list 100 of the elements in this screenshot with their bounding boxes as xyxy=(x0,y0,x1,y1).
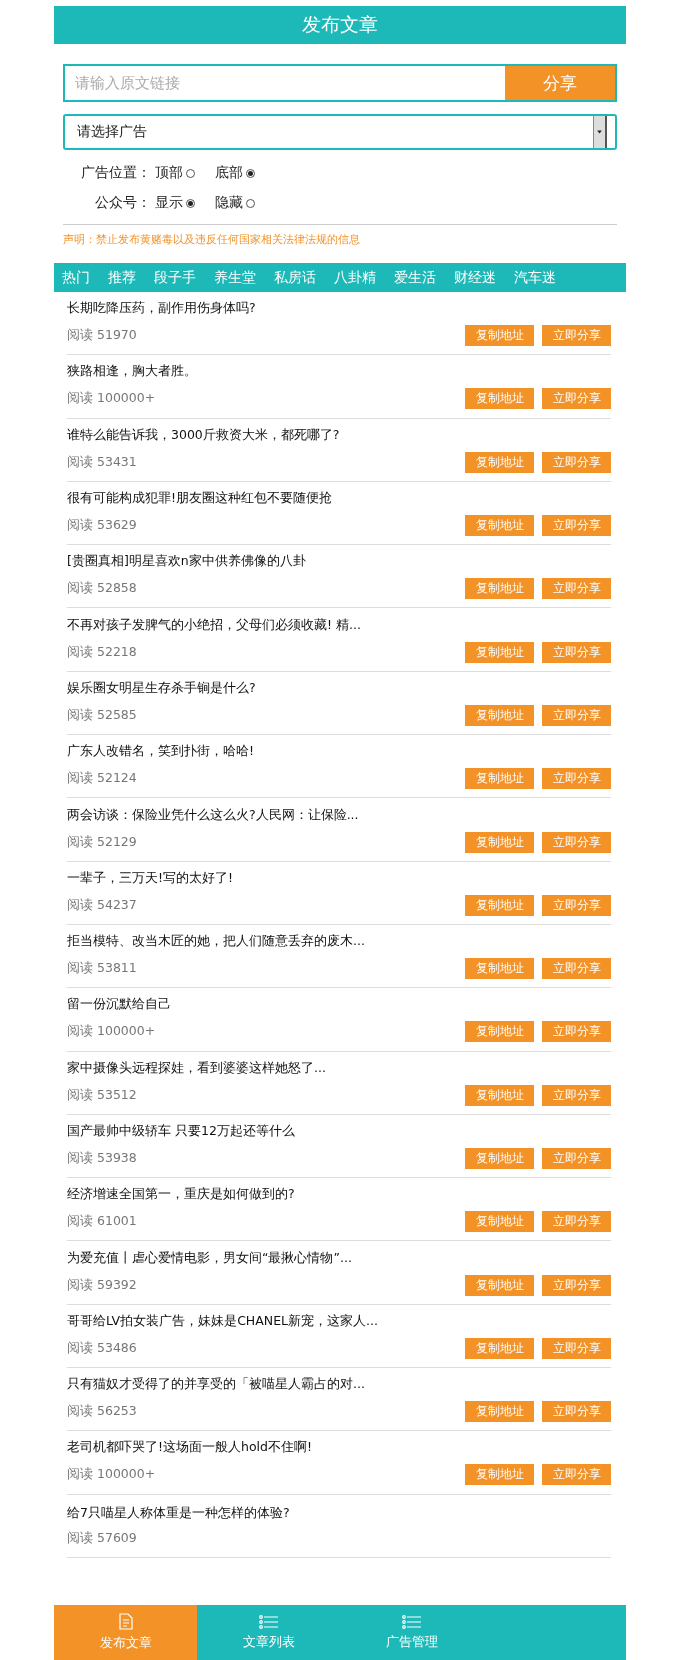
read-count: 阅读 53629 xyxy=(67,517,138,535)
share-now-button[interactable]: 立即分享 xyxy=(542,388,611,410)
copy-address-button[interactable]: 复制地址 xyxy=(465,958,534,980)
share-now-button[interactable]: 立即分享 xyxy=(542,1274,611,1296)
list-icon xyxy=(258,1614,279,1629)
share-now-button[interactable]: 立即分享 xyxy=(542,958,611,980)
copy-address-button[interactable]: 复制地址 xyxy=(465,768,534,790)
article-title[interactable]: 留一份沉默给自己 xyxy=(67,996,611,1014)
share-now-button[interactable]: 立即分享 xyxy=(542,1021,611,1043)
article-title[interactable]: 两会访谈：保险业凭什么这么火?人民网：让保险... xyxy=(67,806,611,824)
copy-address-button[interactable]: 复制地址 xyxy=(465,388,534,410)
share-now-button[interactable]: 立即分享 xyxy=(542,894,611,916)
article-title[interactable]: 老司机都吓哭了!这场面一般人hold不住啊! xyxy=(67,1439,611,1457)
read-count: 阅读 61001 xyxy=(67,1213,138,1231)
document-icon xyxy=(118,1613,133,1630)
copy-address-button[interactable]: 复制地址 xyxy=(465,451,534,473)
ad-select[interactable]: 请选择广告 xyxy=(63,114,617,150)
copy-address-button[interactable]: 复制地址 xyxy=(465,641,534,663)
article-title[interactable]: 为爱充值丨虐心爱情电影，男女间“最揪心情物”... xyxy=(67,1249,611,1267)
option-label: 公众号： xyxy=(94,194,151,212)
read-count: 阅读 53431 xyxy=(67,453,138,471)
nav-tab[interactable]: 广告管理 xyxy=(340,1605,483,1660)
link-input-field[interactable]: 请输入原文链接 分享 xyxy=(63,64,617,102)
read-count: 阅读 52129 xyxy=(67,833,138,851)
share-now-button[interactable]: 立即分享 xyxy=(542,704,611,726)
read-count: 阅读 100000+ xyxy=(67,390,157,408)
copy-address-button[interactable]: 复制地址 xyxy=(465,1274,534,1296)
share-button[interactable]: 分享 xyxy=(505,66,615,100)
notice-text: 声明：禁止发布黄赌毒以及违反任何国家相关法律法规的信息 xyxy=(63,233,361,247)
share-now-button[interactable]: 立即分享 xyxy=(542,515,611,537)
copy-address-button[interactable]: 复制地址 xyxy=(465,1401,534,1423)
copy-address-button[interactable]: 复制地址 xyxy=(465,325,534,347)
nav-tab-label: 广告管理 xyxy=(385,1632,438,1651)
read-count: 阅读 53811 xyxy=(67,960,138,978)
share-now-button[interactable]: 立即分享 xyxy=(542,325,611,347)
article-title[interactable]: 一辈子，三万天!写的太好了! xyxy=(67,869,611,887)
nav-tab[interactable]: 文章列表 xyxy=(197,1605,340,1660)
article-title[interactable]: 长期吃降压药，副作用伤身体吗? xyxy=(67,300,611,318)
copy-address-button[interactable]: 复制地址 xyxy=(465,1084,534,1106)
share-now-button[interactable]: 立即分享 xyxy=(542,768,611,790)
share-now-button[interactable]: 立即分享 xyxy=(542,1211,611,1233)
page-title: 发布文章 xyxy=(54,6,626,44)
copy-address-button[interactable]: 复制地址 xyxy=(465,1211,534,1233)
article-title[interactable]: 娱乐圈女明星生存杀手锏是什么? xyxy=(67,679,611,697)
article-title[interactable]: 谁特么能告诉我，3000斤救资大米，都死哪了? xyxy=(67,426,611,444)
dropdown-caret-icon[interactable] xyxy=(593,116,607,148)
share-now-button[interactable]: 立即分享 xyxy=(542,641,611,663)
article-title[interactable]: [贵圈真相]明星喜欢n家中供养佛像的八卦 xyxy=(67,553,611,571)
copy-address-button[interactable]: 复制地址 xyxy=(465,1148,534,1169)
copy-address-button[interactable]: 复制地址 xyxy=(465,1337,534,1359)
copy-address-button[interactable]: 复制地址 xyxy=(465,894,534,916)
category-tab[interactable]: 八卦精 xyxy=(334,268,376,287)
read-count: 阅读 53512 xyxy=(67,1086,138,1104)
article-title[interactable]: 很有可能构成犯罪!朋友圈这种红包不要随便抢 xyxy=(67,490,611,508)
article-title[interactable]: 国产最帅中级轿车 只要12万起还等什么 xyxy=(67,1123,611,1140)
share-now-button[interactable]: 立即分享 xyxy=(542,1464,611,1486)
radio-label: 隐藏 xyxy=(215,194,243,212)
copy-address-button[interactable]: 复制地址 xyxy=(465,1464,534,1486)
category-tab[interactable]: 财经迷 xyxy=(454,268,496,287)
radio-label: 顶部 xyxy=(155,164,183,182)
article-title[interactable]: 给7只喵星人称体重是一种怎样的体验? xyxy=(67,1504,611,1522)
article-title[interactable]: 不再对孩子发脾气的小绝招，父母们必须收藏! 精... xyxy=(67,616,611,634)
category-tab[interactable]: 热门 xyxy=(62,268,90,287)
share-now-button[interactable]: 立即分享 xyxy=(542,1401,611,1423)
category-tab[interactable]: 私房话 xyxy=(274,268,316,287)
copy-address-button[interactable]: 复制地址 xyxy=(465,1021,534,1043)
share-now-button[interactable]: 立即分享 xyxy=(542,1337,611,1359)
share-now-button[interactable]: 立即分享 xyxy=(542,1148,611,1169)
read-count: 阅读 54237 xyxy=(67,896,138,914)
category-tab[interactable]: 段子手 xyxy=(154,268,196,287)
share-now-button[interactable]: 立即分享 xyxy=(542,578,611,600)
read-count: 阅读 53938 xyxy=(67,1150,138,1167)
share-now-button[interactable]: 立即分享 xyxy=(542,451,611,473)
nav-tab-label: 发布文章 xyxy=(99,1634,152,1652)
share-now-button[interactable]: 立即分享 xyxy=(542,831,611,853)
copy-address-button[interactable]: 复制地址 xyxy=(465,831,534,853)
article-title[interactable]: 哥哥给LV拍女装广告，妹妹是CHANEL新宠，这家人... xyxy=(67,1312,611,1330)
copy-address-button[interactable]: 复制地址 xyxy=(465,578,534,600)
copy-address-button[interactable]: 复制地址 xyxy=(465,704,534,726)
share-now-button[interactable]: 立即分享 xyxy=(542,1084,611,1106)
article-title[interactable]: 家中摄像头远程探娃，看到婆婆这样她怒了... xyxy=(67,1059,611,1077)
radio-label: 显示 xyxy=(155,194,183,212)
category-tab[interactable]: 推荐 xyxy=(108,268,136,287)
article-title[interactable]: 只有猫奴才受得了的并享受的「被喵星人霸占的对... xyxy=(67,1376,611,1394)
article-title[interactable]: 经济增速全国第一，重庆是如何做到的? xyxy=(67,1186,611,1204)
article-title[interactable]: 狭路相逢，胸大者胜。 xyxy=(67,363,611,381)
read-count: 阅读 52218 xyxy=(67,643,138,661)
read-count: 阅读 59392 xyxy=(67,1276,138,1294)
article-title[interactable]: 拒当模特、改当木匠的她，把人们随意丢弃的废木... xyxy=(67,933,611,951)
nav-tab-label: 文章列表 xyxy=(242,1632,295,1651)
option-label: 广告位置： xyxy=(80,164,151,182)
category-tab[interactable]: 养生堂 xyxy=(214,268,256,287)
article-title[interactable]: 广东人改错名，笑到扑街，哈哈! xyxy=(67,743,611,761)
radio-label: 底部 xyxy=(215,164,243,182)
nav-tab[interactable]: 发布文章 xyxy=(54,1605,197,1660)
read-count: 阅读 52858 xyxy=(67,580,138,598)
category-tab[interactable]: 汽车迷 xyxy=(514,268,556,287)
list-icon xyxy=(401,1614,422,1629)
copy-address-button[interactable]: 复制地址 xyxy=(465,515,534,537)
category-tab[interactable]: 爱生活 xyxy=(394,268,436,287)
